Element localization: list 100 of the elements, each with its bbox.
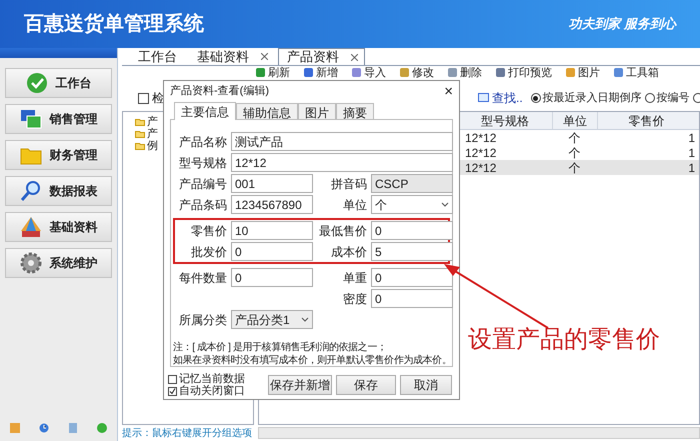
tab[interactable]: 图片 <box>298 103 336 119</box>
input-field[interactable]: 0 <box>371 268 453 287</box>
tool-icon <box>304 68 313 77</box>
document-icon <box>68 423 78 433</box>
radio-option[interactable]: 按最近录入日期倒序 <box>530 90 642 106</box>
status-hint: 提示：鼠标右键展开分组选项 <box>122 426 253 440</box>
field-label: 拼音码 <box>330 176 367 192</box>
field-label: 最低售价 <box>318 222 367 240</box>
tab[interactable]: 主要信息 <box>174 102 236 120</box>
table-cell-text: 1 <box>687 144 695 162</box>
tool-icon <box>256 68 265 77</box>
dialog-button[interactable]: 保存并新增 <box>268 375 332 395</box>
checkbox-label: 检 <box>152 90 164 107</box>
checkbox-label: 自动关闭窗口 <box>179 384 245 399</box>
column-header: 单位 <box>552 112 597 129</box>
checkbox[interactable] <box>138 92 149 104</box>
tool-icon <box>400 68 409 77</box>
input-field[interactable]: 0 <box>231 242 313 261</box>
field-label: 产品名称 <box>178 134 227 150</box>
radio-button[interactable] <box>644 93 655 103</box>
checkbox[interactable] <box>168 386 177 396</box>
dialog-title: 产品资料-查看(编辑) <box>170 84 269 99</box>
input-field[interactable]: 0 <box>231 268 313 287</box>
toolbar-button[interactable]: 刷新 <box>256 66 290 78</box>
field-label: 型号规格 <box>178 154 227 172</box>
tree-item[interactable]: 例 <box>147 138 158 154</box>
note-text: 注：[ 成本价 ] 是用于核算销售毛利润的依据之一； <box>173 341 386 354</box>
dropdown[interactable]: 产品分类1 <box>231 310 313 329</box>
tool-icon <box>614 68 623 77</box>
search-icon <box>478 93 489 103</box>
tab[interactable]: 摘要 <box>336 103 374 119</box>
table-cell-text: 12*12 <box>464 144 498 162</box>
table-cell-text: 1 <box>687 160 695 176</box>
tab[interactable]: 产品资料 <box>278 48 365 65</box>
checkbox[interactable] <box>168 374 177 384</box>
column-header: 零售价 <box>597 112 695 129</box>
app-title: 百惠送货单管理系统 <box>24 12 204 37</box>
toolbar-button[interactable]: 图片 <box>566 66 600 78</box>
check-icon <box>26 72 48 94</box>
field-label: 产品编号 <box>178 176 227 192</box>
field-label: 批发价 <box>190 244 227 260</box>
table-cell-text: 12*12 <box>464 160 498 176</box>
table-cell-text: 1 <box>687 130 695 146</box>
toolbar-button[interactable]: 工具箱 <box>614 66 659 78</box>
tool-icon <box>448 68 457 77</box>
tab[interactable]: 基础资料 <box>189 48 274 65</box>
input-field[interactable]: 001 <box>231 174 313 193</box>
field-label: 单位 <box>342 196 367 214</box>
caret-icon <box>301 317 309 322</box>
close-button[interactable]: × <box>444 84 453 98</box>
toolbar-button[interactable]: 删除 <box>448 66 482 78</box>
windows-icon <box>20 108 42 130</box>
input-field[interactable]: 5 <box>371 242 453 261</box>
sidebar-button[interactable]: 系统维护 <box>5 248 112 278</box>
dropdown[interactable]: 个 <box>371 195 453 214</box>
tool-icon <box>496 68 505 77</box>
input-field[interactable]: 测试产品 <box>231 132 453 151</box>
radio-button[interactable] <box>692 93 700 103</box>
table-cell-text: 个 <box>568 144 582 162</box>
slogan: 功夫到家 服务到心 <box>568 15 676 34</box>
sidebar-button[interactable]: 数据报表 <box>5 176 112 206</box>
input-field[interactable]: CSCP <box>371 174 453 193</box>
tab[interactable]: 辅助信息 <box>236 103 298 119</box>
field-label: 密度 <box>342 290 367 308</box>
field-label: 产品条码 <box>178 196 227 214</box>
table-cell-text: 12*12 <box>464 130 498 146</box>
field-label: 单重 <box>342 270 367 286</box>
tab[interactable]: 工作台 <box>130 48 185 65</box>
radio-option[interactable]: 按编号 <box>644 90 690 106</box>
input-field[interactable]: 12*12 <box>231 153 453 172</box>
input-field[interactable]: 0 <box>371 289 453 308</box>
note-text: 如果在录资料时没有填写成本价，则开单默认零售价作为成本价。 <box>173 354 452 367</box>
toolbar-button[interactable]: 新增 <box>304 66 338 78</box>
input-field[interactable]: 1234567890 <box>231 195 313 214</box>
gear-icon <box>20 252 42 274</box>
dialog-button[interactable]: 取消 <box>400 375 452 395</box>
find-button[interactable]: 查找.. <box>478 89 523 107</box>
palette-icon <box>20 216 42 238</box>
magnifier-icon <box>20 180 42 202</box>
field-label: 成本价 <box>330 244 367 260</box>
table-cell-text: 个 <box>568 130 582 146</box>
toolbar-button[interactable]: 修改 <box>400 66 434 78</box>
clock-icon <box>38 423 49 433</box>
check-icon <box>169 388 176 394</box>
annotation-text: 设置产品的零售价 <box>468 326 660 355</box>
dialog-button[interactable]: 保存 <box>336 375 396 395</box>
sidebar-button[interactable]: 工作台 <box>5 68 112 98</box>
sidebar-button[interactable]: 基础资料 <box>5 212 112 242</box>
toolbar-button[interactable]: 打印预览 <box>496 66 552 78</box>
checkbox-label: 记忆当前数据 <box>179 372 245 385</box>
field-label: 零售价 <box>190 222 227 240</box>
radio-button[interactable] <box>530 93 541 103</box>
tool-icon <box>566 68 575 77</box>
field-label: 所属分类 <box>178 312 227 328</box>
caret-icon <box>441 202 449 207</box>
input-field[interactable]: 0 <box>371 221 453 240</box>
sidebar-button[interactable]: 销售管理 <box>5 104 112 134</box>
toolbar-button[interactable]: 导入 <box>352 66 386 78</box>
sidebar-button[interactable]: 财务管理 <box>5 140 112 170</box>
input-field[interactable]: 10 <box>231 221 313 240</box>
